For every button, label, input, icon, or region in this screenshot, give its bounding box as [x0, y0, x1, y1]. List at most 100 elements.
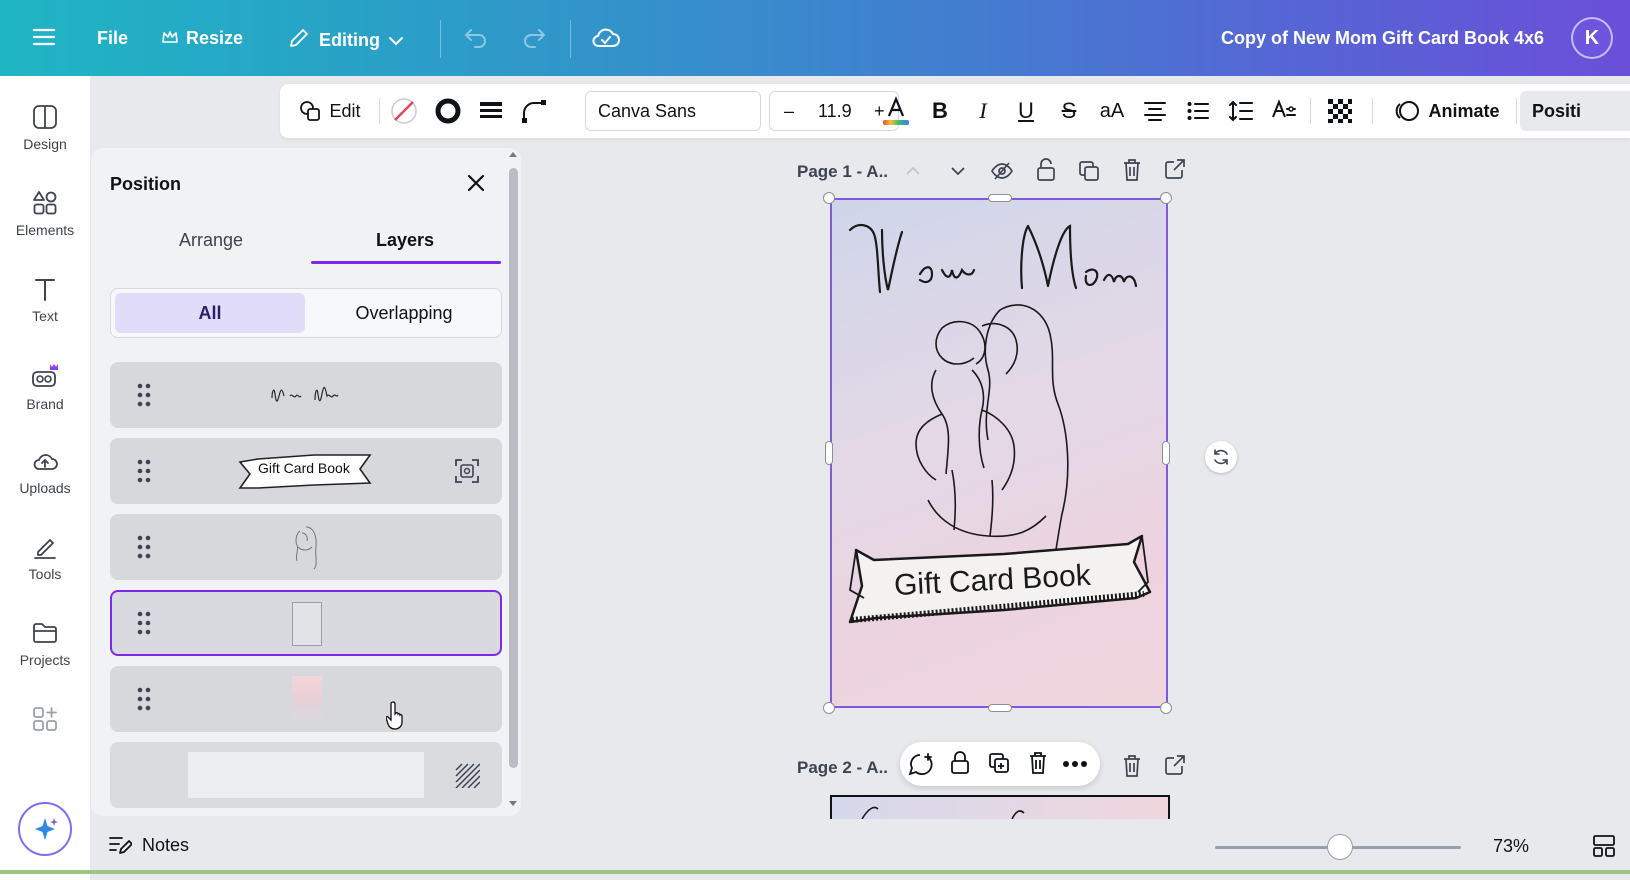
page-2-canvas[interactable]	[830, 795, 1170, 820]
resize-button[interactable]: Resize	[162, 28, 243, 49]
resize-handle[interactable]	[1160, 702, 1172, 714]
animate-button[interactable]: Animate	[1382, 84, 1512, 138]
layer-row[interactable]	[110, 742, 502, 808]
border-color-button[interactable]	[428, 84, 468, 138]
fill-color-none-button[interactable]	[384, 84, 424, 138]
rail-item-projects[interactable]: Projects	[0, 620, 90, 668]
redo-icon[interactable]	[521, 26, 547, 48]
resize-handle[interactable]	[1160, 192, 1172, 204]
bullet-list-icon[interactable]	[1178, 84, 1218, 138]
rail-label: Design	[23, 136, 67, 152]
rail-label: Tools	[28, 566, 62, 582]
menu-icon[interactable]	[32, 26, 56, 48]
layer-row[interactable]	[110, 362, 502, 428]
rail-item-elements[interactable]: Elements	[0, 190, 90, 238]
rotate-icon[interactable]	[1205, 441, 1237, 473]
underline-icon[interactable]: U	[1006, 84, 1046, 138]
text-color-button[interactable]	[876, 84, 916, 138]
zoom-level[interactable]: 73%	[1493, 836, 1529, 857]
rail-item-apps[interactable]	[0, 706, 90, 738]
strikethrough-icon[interactable]: S	[1049, 84, 1089, 138]
position-button[interactable]: Positi	[1520, 91, 1630, 131]
corner-rounding-button[interactable]	[514, 84, 554, 138]
brand-icon	[32, 364, 58, 387]
projects-icon	[33, 623, 57, 643]
bold-icon[interactable]: B	[920, 84, 960, 138]
layer-row[interactable]	[110, 514, 502, 580]
resize-handle[interactable]	[823, 192, 835, 204]
chevron-down-icon[interactable]	[950, 166, 966, 176]
text-effects-icon[interactable]	[1264, 84, 1304, 138]
layer-filter-toggle: All Overlapping	[110, 288, 502, 338]
resize-handle[interactable]	[988, 194, 1012, 202]
align-center-icon[interactable]	[1135, 84, 1175, 138]
divider	[1516, 98, 1517, 124]
notes-button[interactable]: Notes	[108, 834, 189, 856]
magic-sparkle-button[interactable]	[18, 802, 72, 856]
editing-mode-dropdown[interactable]: Editing	[287, 26, 404, 55]
rail-item-text[interactable]: Text	[0, 276, 90, 324]
spacing-icon[interactable]	[1221, 84, 1261, 138]
divider	[379, 98, 380, 124]
rail-item-brand[interactable]: Brand	[0, 362, 90, 412]
resize-handle[interactable]	[1162, 441, 1170, 465]
font-family-dropdown[interactable]: Canva Sans	[585, 91, 761, 131]
add-page-icon[interactable]	[1164, 158, 1186, 180]
zoom-slider-thumb[interactable]	[1327, 834, 1353, 860]
hand-cursor-icon	[386, 701, 403, 730]
page-grid-view-icon[interactable]	[1592, 834, 1616, 863]
editing-label: Editing	[319, 30, 380, 50]
rail-item-tools[interactable]: Tools	[0, 534, 90, 582]
page-2-label[interactable]: Page 2 - A..	[797, 758, 888, 778]
lock-icon[interactable]	[1036, 158, 1056, 182]
duplicate-page-icon[interactable]	[1078, 160, 1100, 182]
italic-icon[interactable]: I	[963, 84, 1003, 138]
text-icon	[35, 279, 55, 301]
file-menu[interactable]: File	[97, 28, 128, 49]
more-options-icon[interactable]	[1062, 760, 1088, 768]
page-1-label[interactable]: Page 1 - A..	[797, 162, 888, 182]
decrease-font-size-button[interactable]: –	[784, 101, 794, 122]
element-quick-actions	[900, 742, 1100, 786]
drag-handle-icon	[137, 687, 151, 711]
resize-handle[interactable]	[988, 704, 1012, 712]
chevron-up-icon[interactable]	[905, 166, 921, 176]
layer-row[interactable]	[110, 666, 502, 732]
edit-button[interactable]: Edit	[290, 84, 370, 138]
letter-case-icon[interactable]: aA	[1092, 84, 1132, 138]
avatar[interactable]: K	[1571, 17, 1613, 59]
undo-icon[interactable]	[463, 26, 489, 48]
delete-page-icon[interactable]	[1122, 158, 1142, 182]
add-page-icon[interactable]	[1164, 754, 1186, 776]
comment-icon[interactable]	[908, 752, 934, 776]
lock-icon[interactable]	[950, 751, 970, 775]
no-color-icon	[391, 98, 417, 124]
layer-row[interactable]: Gift Card Book	[110, 438, 502, 504]
trash-icon[interactable]	[1028, 751, 1048, 775]
rail-label: Brand	[26, 396, 64, 412]
document-title[interactable]: Copy of New Mom Gift Card Book 4x6	[1221, 28, 1544, 49]
rail-item-design[interactable]: Design	[0, 104, 90, 152]
resize-handle[interactable]	[823, 702, 835, 714]
tab-arrange[interactable]: Arrange	[179, 230, 243, 251]
uploads-icon	[33, 454, 58, 470]
transparency-icon[interactable]	[1320, 84, 1360, 138]
close-icon[interactable]	[463, 170, 489, 196]
rail-item-uploads[interactable]: Uploads	[0, 448, 90, 496]
border-style-button[interactable]	[471, 84, 511, 138]
page-1-canvas[interactable]: Gift Card Book	[830, 198, 1168, 708]
drag-handle-icon	[137, 459, 151, 483]
cloud-saved-icon[interactable]	[591, 26, 621, 50]
filter-all-option[interactable]: All	[115, 293, 305, 333]
resize-handle[interactable]	[825, 441, 833, 465]
layer-row-selected[interactable]	[110, 590, 502, 656]
filter-overlapping-option[interactable]: Overlapping	[309, 293, 499, 333]
new-mom-illustration[interactable]	[832, 200, 1166, 706]
font-size-input[interactable]: 11.9	[818, 101, 852, 122]
divider	[1372, 98, 1373, 124]
tab-layers[interactable]: Layers	[376, 230, 434, 251]
delete-page-icon[interactable]	[1122, 754, 1142, 778]
hide-page-icon[interactable]	[990, 160, 1014, 182]
duplicate-icon[interactable]	[988, 752, 1010, 774]
scroll-thumb[interactable]	[509, 168, 518, 768]
